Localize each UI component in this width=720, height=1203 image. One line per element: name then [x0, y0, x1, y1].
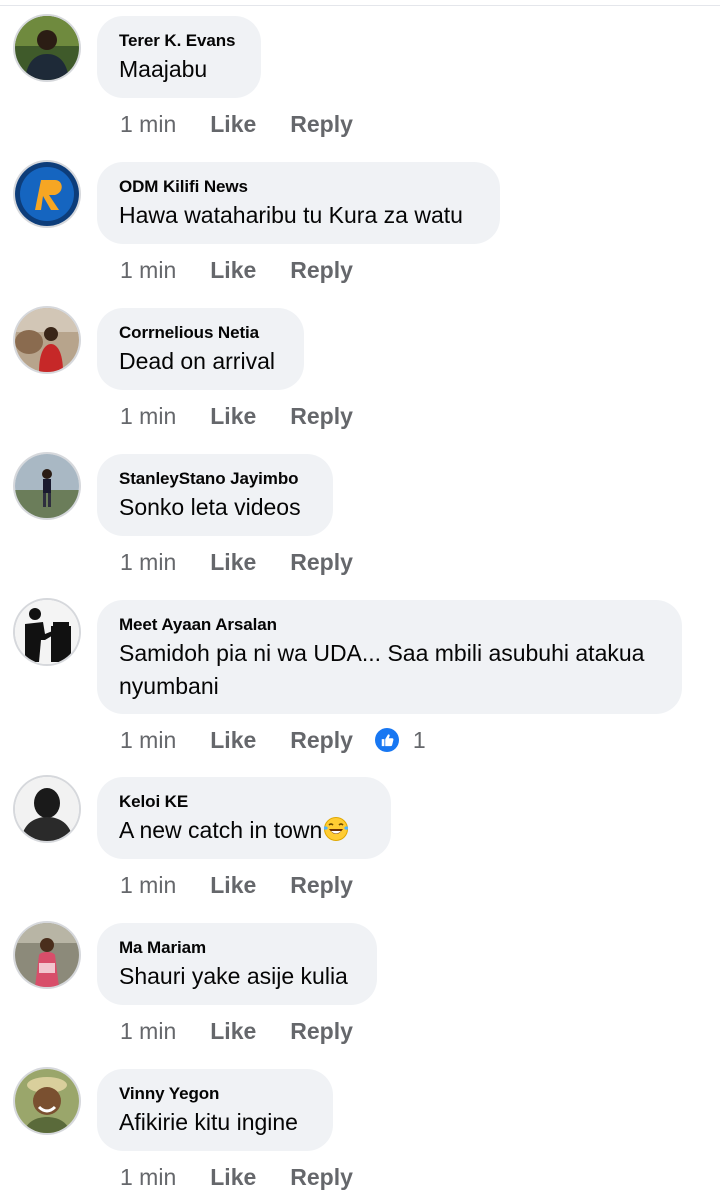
comment-bubble: Terer K. Evans Maajabu — [97, 16, 261, 98]
reply-button[interactable]: Reply — [290, 1162, 353, 1192]
comment-bubble: Vinny Yegon Afikirie kitu ingine — [97, 1069, 333, 1151]
comment-time[interactable]: 1 min — [120, 401, 176, 431]
avatar[interactable] — [15, 777, 79, 841]
reply-button[interactable]: Reply — [290, 255, 353, 285]
comment-time[interactable]: 1 min — [120, 1162, 176, 1192]
comment-time[interactable]: 1 min — [120, 1016, 176, 1046]
reply-button[interactable]: Reply — [290, 725, 353, 755]
comment-text-line: nyumbani — [119, 673, 219, 699]
comment-bubble: Keloi KE A new catch in town — [97, 777, 391, 859]
comment-author[interactable]: ODM Kilifi News — [119, 176, 476, 198]
comment-actions: 1 min Like Reply — [120, 1162, 353, 1192]
comment-text: Maajabu — [119, 56, 208, 82]
reaction-summary[interactable]: 1 — [374, 725, 426, 755]
comment-author[interactable]: Ma Mariam — [119, 937, 353, 959]
reply-button[interactable]: Reply — [290, 401, 353, 431]
like-button[interactable]: Like — [210, 725, 256, 755]
reply-button[interactable]: Reply — [290, 547, 353, 577]
comment-bubble: Corrnelious Netia Dead on arrival — [97, 308, 304, 390]
comment-text: Samidoh pia ni wa UDA... Saa mbili asubu… — [119, 637, 658, 703]
like-button[interactable]: Like — [210, 1162, 256, 1192]
comment-time[interactable]: 1 min — [120, 109, 176, 139]
comment-text: Dead on arrival — [119, 348, 275, 374]
comment-bubble: ODM Kilifi News Hawa wataharibu tu Kura … — [97, 162, 500, 244]
comment-text: Hawa wataharibu tu Kura za watu — [119, 202, 463, 228]
comment-time[interactable]: 1 min — [120, 255, 176, 285]
comment-text: Shauri yake asije kulia — [119, 963, 348, 989]
like-button[interactable]: Like — [210, 870, 256, 900]
reaction-count: 1 — [412, 727, 426, 753]
comment-author[interactable]: Meet Ayaan Arsalan — [119, 614, 658, 636]
top-divider — [0, 5, 720, 6]
comment-time[interactable]: 1 min — [120, 870, 176, 900]
avatar[interactable] — [15, 162, 79, 226]
comment-author[interactable]: Terer K. Evans — [119, 30, 237, 52]
comment-actions: 1 min Like Reply — [120, 401, 353, 431]
like-button[interactable]: Like — [210, 255, 256, 285]
comment-time[interactable]: 1 min — [120, 725, 176, 755]
comment-time[interactable]: 1 min — [120, 547, 176, 577]
reply-button[interactable]: Reply — [290, 1016, 353, 1046]
comment-actions: 1 min Like Reply — [120, 109, 353, 139]
comment-author[interactable]: StanleyStano Jayimbo — [119, 468, 309, 490]
laughing-tears-emoji-icon — [323, 816, 349, 842]
comment-actions: 1 min Like Reply 1 — [120, 725, 426, 755]
avatar[interactable] — [15, 923, 79, 987]
like-button[interactable]: Like — [210, 109, 256, 139]
reply-button[interactable]: Reply — [290, 109, 353, 139]
avatar[interactable] — [15, 308, 79, 372]
like-button[interactable]: Like — [210, 1016, 256, 1046]
comment-text: Afikirie kitu ingine — [119, 1109, 298, 1135]
reply-button[interactable]: Reply — [290, 870, 353, 900]
comment-bubble: Meet Ayaan Arsalan Samidoh pia ni wa UDA… — [97, 600, 682, 714]
comment-text: A new catch in town — [119, 814, 367, 847]
comment-author[interactable]: Vinny Yegon — [119, 1083, 309, 1105]
avatar[interactable] — [15, 454, 79, 518]
thumbs-up-icon — [374, 728, 399, 752]
comment-text-content: A new catch in town — [119, 817, 323, 843]
comment-author[interactable]: Keloi KE — [119, 791, 367, 813]
comment-actions: 1 min Like Reply — [120, 547, 353, 577]
avatar[interactable] — [15, 1069, 79, 1133]
comment-actions: 1 min Like Reply — [120, 1016, 353, 1046]
comment-text: Sonko leta videos — [119, 494, 301, 520]
comment-author[interactable]: Corrnelious Netia — [119, 322, 280, 344]
avatar[interactable] — [15, 16, 79, 80]
comment-actions: 1 min Like Reply — [120, 255, 353, 285]
avatar[interactable] — [15, 600, 79, 664]
like-button[interactable]: Like — [210, 401, 256, 431]
like-button[interactable]: Like — [210, 547, 256, 577]
comment-text-line: Samidoh pia ni wa UDA... Saa mbili asubu… — [119, 640, 645, 666]
comment-bubble: Ma Mariam Shauri yake asije kulia — [97, 923, 377, 1005]
comment-actions: 1 min Like Reply — [120, 870, 353, 900]
comment-bubble: StanleyStano Jayimbo Sonko leta videos — [97, 454, 333, 536]
